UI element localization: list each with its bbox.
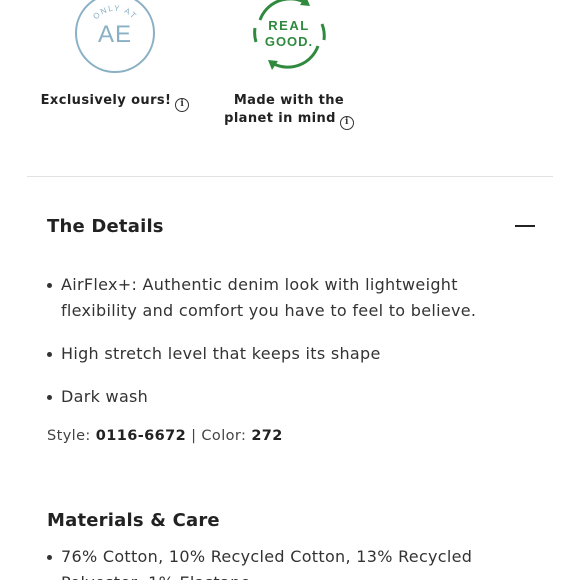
color-number: 272 [251,428,283,444]
details-title[interactable]: The Details [47,216,164,237]
svg-text:REAL: REAL [268,18,309,33]
only-at-ae-logo: ONLY AT AE [75,0,155,73]
real-good-logo: REAL GOOD. [253,0,326,70]
exclusive-badge-label: Exclusively ours! i [41,92,190,112]
section-divider [27,176,553,177]
list-item: Dark wash [47,384,527,410]
planet-badge: REAL GOOD. Made with the planet in mind i [208,0,370,130]
svg-text:ONLY AT: ONLY AT [91,4,139,22]
planet-badge-label: Made with the planet in mind i [208,92,370,130]
info-icon[interactable]: i [339,116,354,130]
style-number: 0116-6672 [95,428,187,444]
materials-title[interactable]: Materials & Care [47,510,220,531]
info-icon[interactable]: i [175,98,190,112]
list-item: AirFlex+: Authentic denim look with ligh… [47,272,527,324]
minus-icon[interactable] [515,216,535,236]
details-list: AirFlex+: Authentic denim look with ligh… [47,272,527,427]
svg-text:AE: AE [98,21,132,48]
exclusive-badge: ONLY AT AE Exclusively ours! i [40,0,190,112]
materials-list: 76% Cotton, 10% Recycled Cotton, 13% Rec… [47,544,527,580]
svg-text:GOOD.: GOOD. [265,34,313,49]
style-color-line: Style: 0116-6672 | Color: 272 [47,428,283,444]
list-item: High stretch level that keeps its shape [47,341,527,367]
list-item: 76% Cotton, 10% Recycled Cotton, 13% Rec… [47,544,527,580]
